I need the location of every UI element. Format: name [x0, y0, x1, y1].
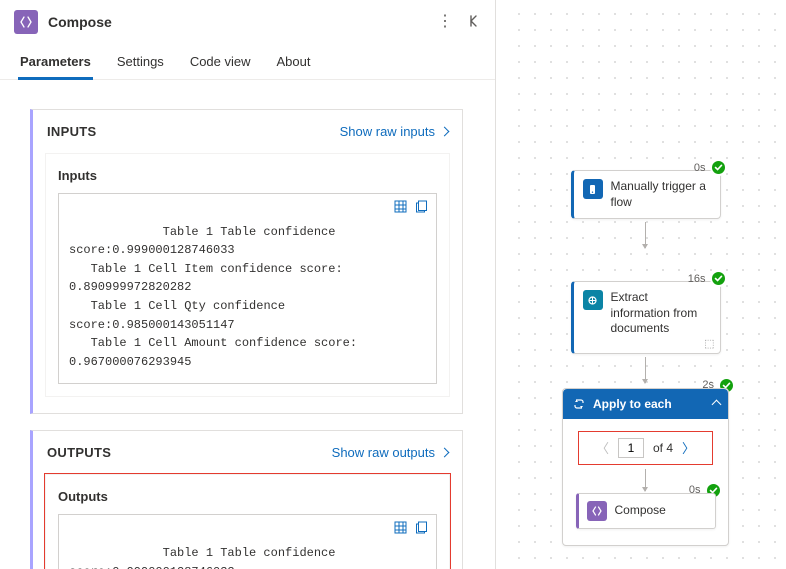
details-panel: Compose ⋮ Parameters Settings Code view …	[0, 0, 495, 569]
show-raw-inputs-link[interactable]: Show raw inputs	[340, 124, 448, 139]
apply-to-each-scope[interactable]: 2s Apply to each 〈 of 4 〉	[562, 388, 729, 546]
scope-header[interactable]: Apply to each	[563, 389, 728, 419]
panel-header: Compose ⋮	[0, 0, 495, 38]
outputs-title: OUTPUTS	[47, 445, 111, 460]
outputs-label: Outputs	[58, 489, 437, 504]
connector	[645, 469, 646, 491]
copy-icon[interactable]	[415, 521, 428, 534]
status-badge: 0s	[694, 159, 727, 176]
panel-title: Compose	[48, 14, 427, 30]
tab-bar: Parameters Settings Code view About	[0, 38, 495, 80]
show-raw-outputs-link[interactable]: Show raw outputs	[332, 445, 448, 460]
panel-scroll[interactable]: INPUTS Show raw inputs Inputs Table 1 Ta…	[0, 93, 481, 569]
grid-icon[interactable]	[394, 521, 407, 534]
iteration-pager: 〈 of 4 〉	[578, 431, 713, 465]
loop-icon	[573, 398, 585, 410]
link-icon: ⬚	[704, 337, 714, 350]
inputs-title: INPUTS	[47, 124, 96, 139]
trigger-node[interactable]: 0s Manually trigger a flow	[571, 170, 721, 219]
status-badge: 16s	[688, 270, 727, 287]
trigger-icon	[583, 179, 603, 199]
inputs-body: Inputs Table 1 Table confidence score:0.…	[45, 153, 450, 397]
ai-icon	[583, 290, 603, 310]
compose-icon	[587, 501, 607, 521]
prev-page-button[interactable]: 〈	[596, 438, 609, 457]
panel-divider[interactable]	[495, 0, 505, 569]
more-icon[interactable]: ⋮	[437, 14, 453, 30]
chevron-right-icon	[440, 448, 450, 458]
chevron-up-icon[interactable]	[713, 397, 720, 411]
connector	[645, 357, 646, 383]
tab-code-view[interactable]: Code view	[188, 50, 253, 79]
success-icon	[710, 159, 727, 176]
connector	[645, 222, 646, 248]
tab-parameters[interactable]: Parameters	[18, 50, 93, 79]
grid-icon[interactable]	[394, 200, 407, 213]
next-page-button[interactable]: 〉	[682, 438, 695, 457]
copy-icon[interactable]	[415, 200, 428, 213]
flow-canvas[interactable]: 0s Manually trigger a flow 16s Extract i…	[505, 0, 786, 569]
success-icon	[710, 270, 727, 287]
compose-node[interactable]: Compose	[576, 493, 716, 529]
page-input[interactable]	[618, 438, 644, 458]
inputs-label: Inputs	[58, 168, 437, 183]
inputs-section: INPUTS Show raw inputs Inputs Table 1 Ta…	[30, 109, 463, 414]
tab-settings[interactable]: Settings	[115, 50, 166, 79]
outputs-code: Table 1 Table confidence score:0.9990001…	[58, 514, 437, 569]
outputs-body: Outputs Table 1 Table confidence score:0…	[45, 474, 450, 569]
outputs-section: OUTPUTS Show raw outputs Outputs Table 1…	[30, 430, 463, 569]
chevron-right-icon	[440, 127, 450, 137]
inputs-code: Table 1 Table confidence score:0.9990001…	[58, 193, 437, 384]
compose-icon	[14, 10, 38, 34]
extract-node[interactable]: 16s Extract information from documents ⬚	[571, 281, 721, 354]
tab-about[interactable]: About	[275, 50, 313, 79]
collapse-icon[interactable]	[467, 14, 481, 30]
